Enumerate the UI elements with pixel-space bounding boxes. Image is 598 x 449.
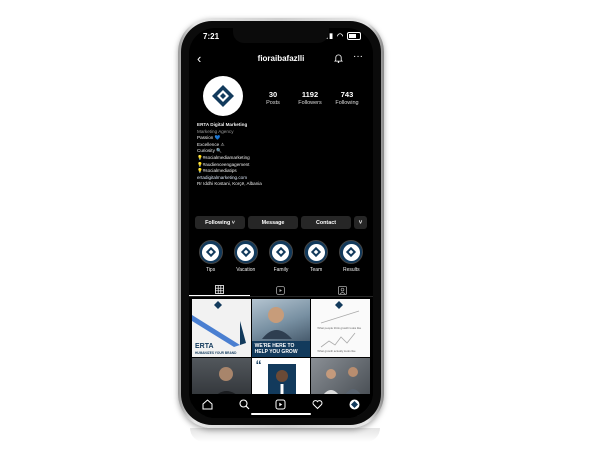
- highlight-cover: [339, 240, 364, 264]
- post-tile[interactable]: ERTA HUMANIZES YOUR BRAND: [192, 299, 251, 357]
- tab-posts-grid[interactable]: [189, 284, 251, 296]
- following-button[interactable]: Following ˅: [195, 216, 245, 229]
- profile-avatar-icon: [349, 399, 360, 409]
- contact-button[interactable]: Contact: [301, 216, 351, 229]
- erta-logo-icon: [346, 246, 357, 258]
- highlight-label: Family: [273, 267, 289, 273]
- erta-logo-icon: [240, 246, 251, 258]
- tab-tagged[interactable]: [312, 284, 373, 296]
- bio-address[interactable]: Rr Iddhi Kostani, Korçë, Albania: [197, 181, 367, 188]
- post-caption-2: What growth actually looks like: [317, 349, 356, 353]
- home-indicator[interactable]: [251, 413, 311, 415]
- tagged-icon: [337, 285, 347, 295]
- bio-line: 💡#socialmediamarketing: [197, 154, 250, 160]
- status-time: 7:21: [203, 32, 220, 41]
- erta-logo-icon: [212, 85, 234, 107]
- stat-value: 30: [268, 90, 278, 99]
- home-icon: [202, 398, 213, 409]
- nav-profile[interactable]: [347, 397, 363, 411]
- erta-logo-icon: [311, 246, 322, 258]
- highlight-vacation[interactable]: Vacation: [231, 240, 261, 273]
- phone-frame: 7:21 ▮▮▮ ◠ ‹ fioraibafazlli ··· 30 Posts…: [178, 18, 384, 428]
- nav-reels[interactable]: [273, 397, 289, 411]
- stat-label: Following: [335, 100, 359, 106]
- phone-reflection: [190, 428, 380, 442]
- tab-reels[interactable]: [250, 284, 311, 296]
- bio-line: Excellence ⚠: [197, 141, 225, 147]
- stat-following[interactable]: 743 Following: [329, 90, 365, 106]
- profile-tabs: [189, 284, 373, 297]
- nav-search[interactable]: [236, 397, 252, 411]
- bio-line: 💡#socialmediatips: [197, 168, 237, 174]
- battery-icon: [347, 32, 361, 41]
- highlight-team[interactable]: Team: [301, 240, 331, 273]
- message-button[interactable]: Message: [248, 216, 298, 229]
- bio-website-link[interactable]: ertadigitalmarketing.com: [197, 175, 367, 182]
- stat-posts[interactable]: 30 Posts: [255, 90, 291, 106]
- post-tile[interactable]: WE'RE HERE TO HELP YOU GROW: [251, 299, 311, 357]
- post-tagline: HUMANIZES YOUR BRAND: [195, 351, 237, 355]
- profile-actions: Following ˅ Message Contact ˅: [195, 216, 367, 229]
- stat-label: Posts: [266, 100, 280, 106]
- phone-bezel: 7:21 ▮▮▮ ◠ ‹ fioraibafazlli ··· 30 Posts…: [181, 21, 381, 425]
- highlight-results[interactable]: Results: [336, 240, 366, 273]
- highlight-label: Vacation: [236, 267, 256, 273]
- post-tile[interactable]: What people think growth looks like What…: [311, 299, 370, 357]
- stat-value: 1192: [301, 90, 319, 99]
- profile-header: ‹ fioraibafazlli ···: [189, 52, 373, 70]
- profile-username: fioraibafazlli: [257, 54, 305, 63]
- reels-icon: [276, 285, 286, 295]
- highlight-label: Tips: [205, 267, 216, 273]
- bottom-nav: [189, 394, 373, 418]
- stat-value: 743: [340, 90, 354, 99]
- nav-activity[interactable]: [310, 397, 326, 411]
- instagram-profile-screen: 7:21 ▮▮▮ ◠ ‹ fioraibafazlli ··· 30 Posts…: [189, 28, 373, 418]
- profile-avatar[interactable]: [203, 76, 243, 116]
- stat-followers[interactable]: 1192 Followers: [292, 90, 328, 106]
- heart-icon: [312, 399, 323, 409]
- highlight-tips[interactable]: Tips: [196, 240, 226, 273]
- highlight-cover: [233, 240, 258, 264]
- post-brand-text: ERTA: [195, 343, 214, 350]
- highlight-cover: [198, 240, 223, 264]
- erta-logo-icon: [205, 246, 216, 258]
- bio-line: Curiosity 🔍: [197, 148, 222, 154]
- profile-bio: ERTA Digital Marketing Marketing Agency …: [197, 122, 367, 188]
- search-icon: [239, 398, 250, 409]
- highlight-label: Results: [343, 267, 360, 273]
- bio-line: Passion 💙: [197, 135, 221, 141]
- notification-bell-icon[interactable]: [334, 53, 343, 63]
- bio-category: Marketing Agency: [197, 128, 234, 134]
- post-caption-1: What people think growth looks like: [317, 326, 362, 330]
- post-headline: WE'RE HERE TO HELP YOU GROW: [251, 341, 311, 357]
- highlight-label: Team: [310, 267, 323, 273]
- more-dots-icon[interactable]: ···: [353, 52, 363, 62]
- highlight-family[interactable]: Family: [266, 240, 296, 273]
- grid-icon: [215, 285, 225, 294]
- suggested-dropdown-button[interactable]: ˅: [354, 216, 367, 229]
- highlight-cover: [304, 240, 329, 264]
- phone-notch: [233, 28, 329, 43]
- bio-name: ERTA Digital Marketing: [197, 122, 248, 127]
- highlight-cover: [268, 240, 293, 264]
- nav-home[interactable]: [199, 397, 215, 411]
- stat-label: Followers: [298, 100, 322, 106]
- profile-stats: 30 Posts 1192 Followers 743 Following: [255, 90, 365, 106]
- erta-logo-icon: [275, 246, 287, 258]
- reels-nav-icon: [275, 399, 286, 409]
- story-highlights: Tips Vacation Family Team Results: [193, 240, 369, 273]
